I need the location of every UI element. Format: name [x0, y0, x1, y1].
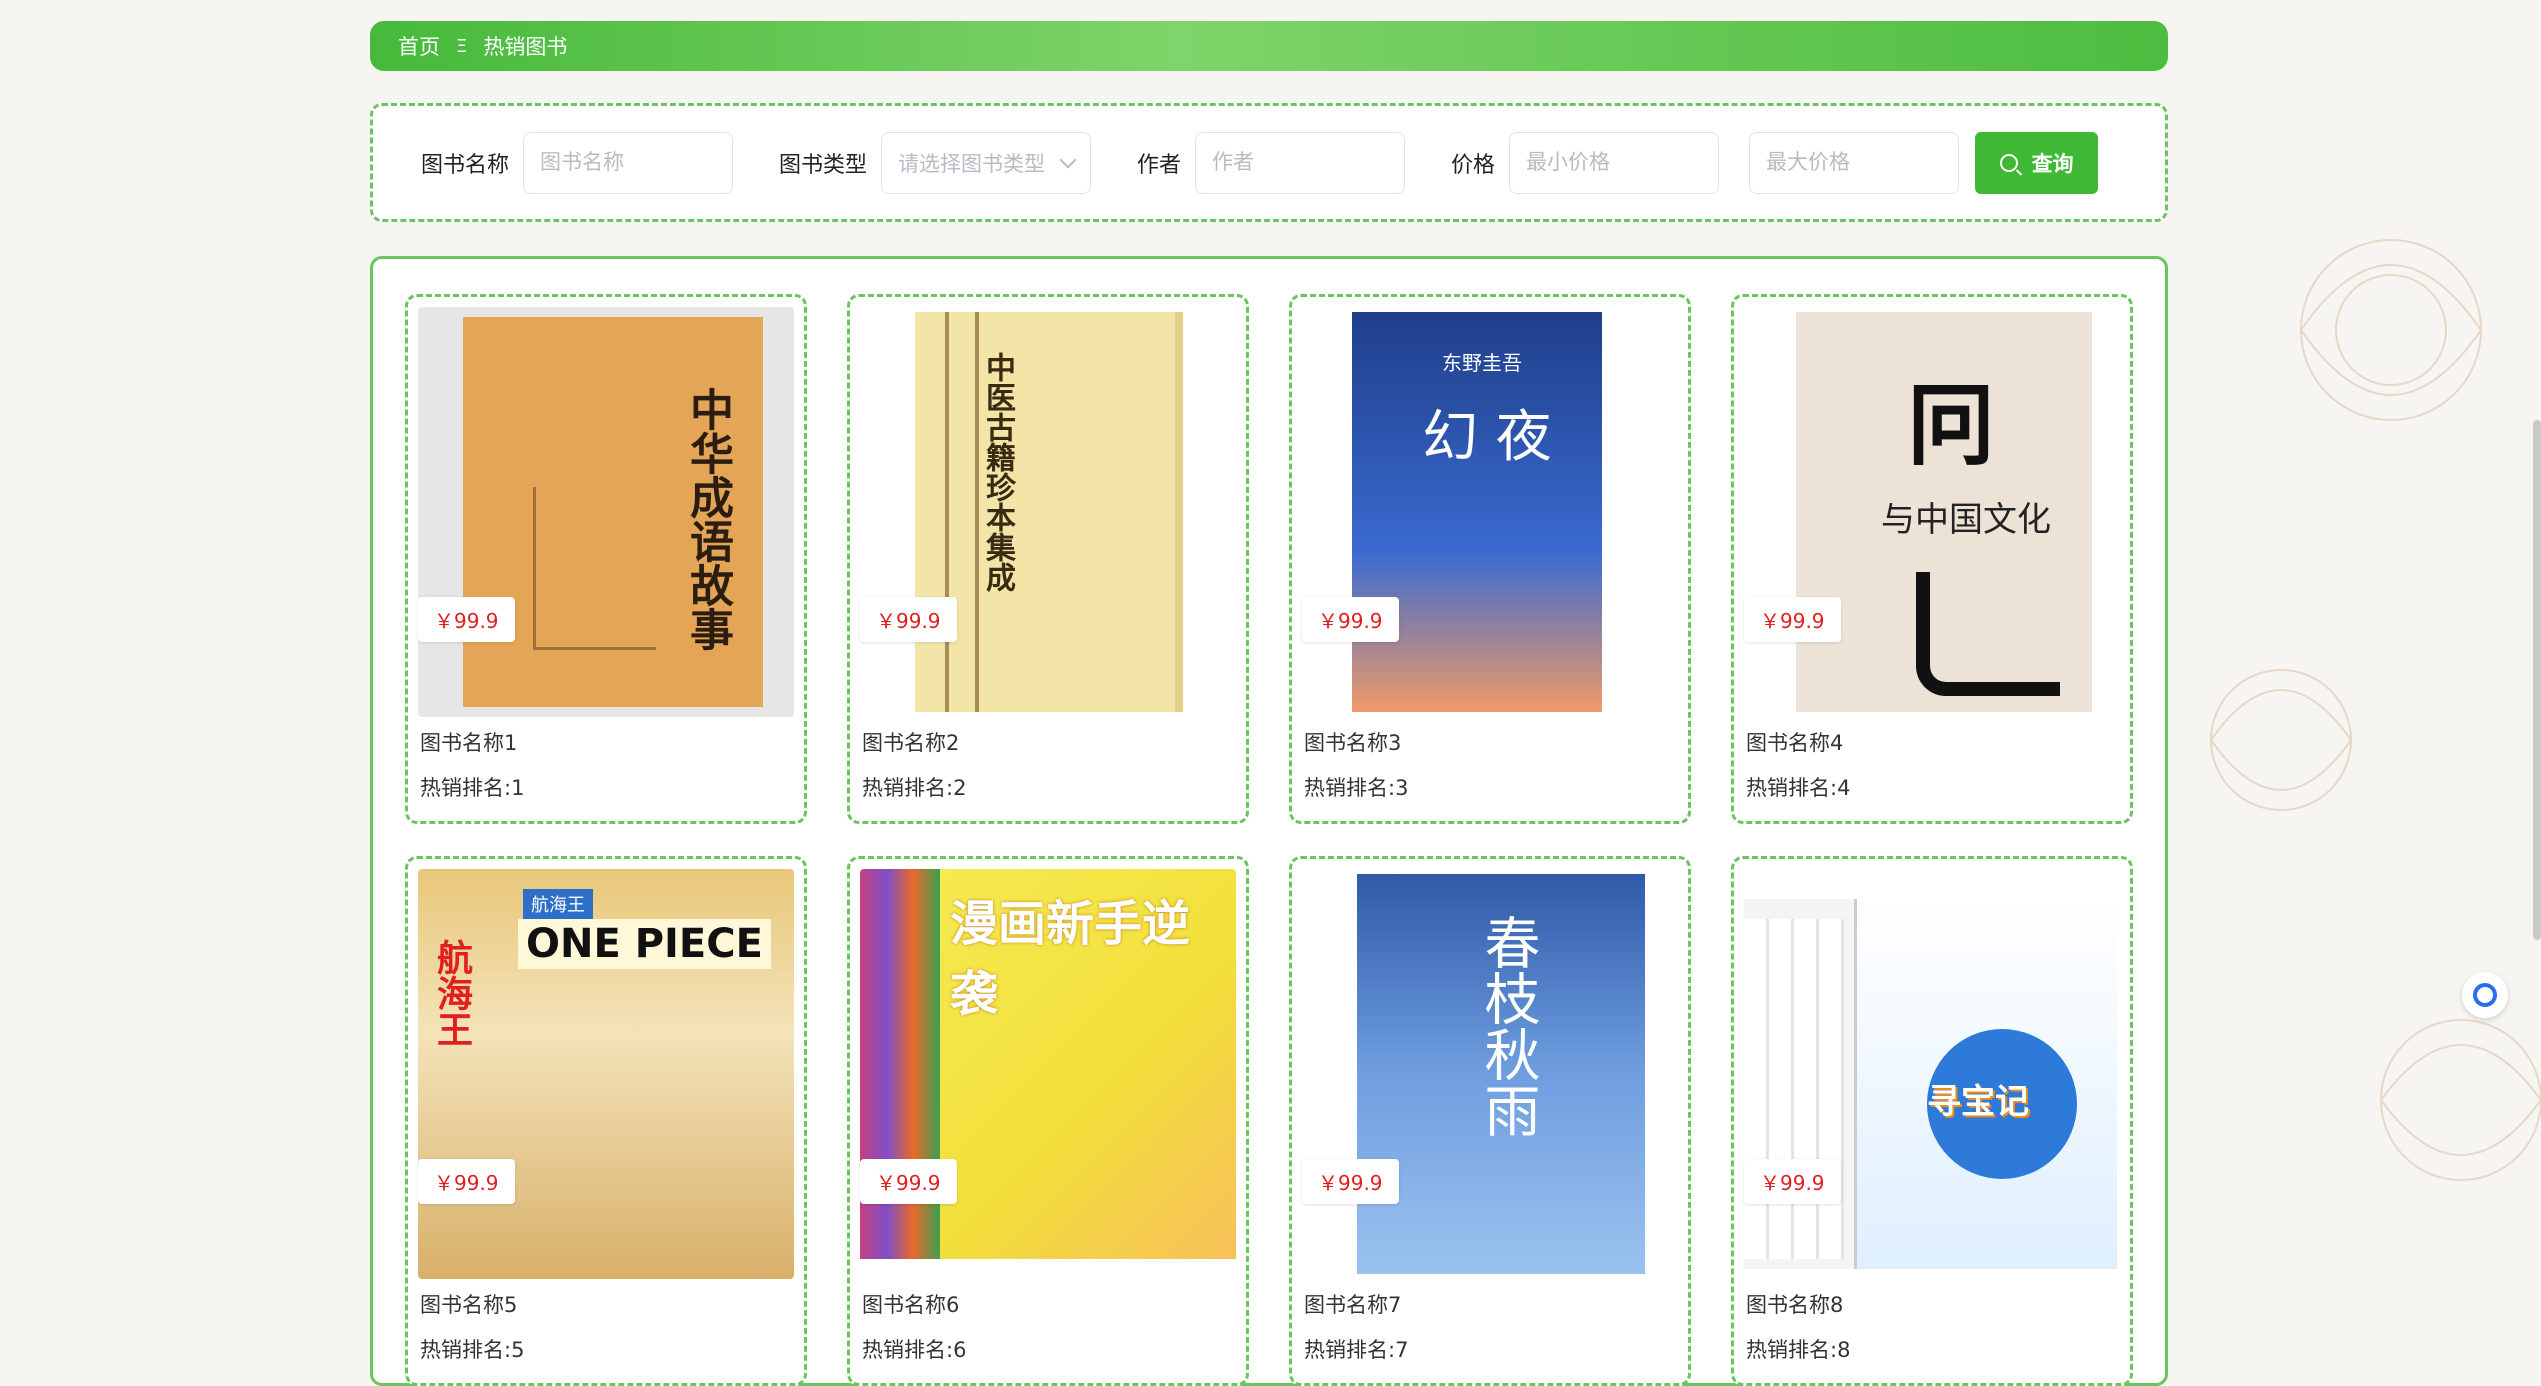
breadcrumb-separator-icon: Ξ [456, 35, 468, 57]
price-label: 价格 [1451, 152, 1496, 178]
price-tag: ￥99.9 [418, 597, 515, 642]
author-input[interactable] [1195, 131, 1406, 194]
cover-title: 寻宝记 [1927, 1082, 2029, 1122]
price-tag: ￥99.9 [418, 1159, 515, 1204]
author-label: 作者 [1137, 152, 1182, 178]
book-rank: 热销排名:7 [1304, 1338, 1409, 1362]
price-tag: ￥99.9 [860, 1159, 957, 1204]
book-card[interactable]: 东野圭吾 幻 夜 ￥99.9 图书名称3 热销排名:3 [1289, 294, 1691, 824]
book-rank: 热销排名:1 [420, 776, 525, 800]
cover-title: 春枝秋雨 [1475, 914, 1540, 1138]
book-cover-image[interactable]: 东野圭吾 幻 夜 [1302, 307, 1678, 717]
book-card[interactable]: 寻宝记 ￥99.9 图书名称8 热销排名:8 [1731, 856, 2133, 1386]
book-cover-image[interactable]: 中医古籍珍本集成 [860, 307, 1236, 717]
cover-title: 幻 夜 [1422, 405, 1552, 470]
book-cover-image[interactable]: 中华成语故事 [418, 307, 794, 717]
book-name[interactable]: 图书名称8 [1746, 1289, 1843, 1319]
book-rank: 热销排名:8 [1746, 1338, 1851, 1362]
book-name[interactable]: 图书名称5 [420, 1289, 517, 1319]
book-cover-image[interactable]: 春枝秋雨 [1302, 869, 1678, 1279]
book-rank: 热销排名:3 [1304, 776, 1409, 800]
book-name[interactable]: 图书名称3 [1304, 727, 1401, 757]
search-icon [1999, 153, 2018, 172]
book-name[interactable]: 图书名称4 [1746, 727, 1843, 757]
breadcrumb: 首页 Ξ 热销图书 [370, 21, 2168, 71]
book-list-panel: 中华成语故事 ￥99.9 图书名称1 热销排名:1 中医古籍珍本集成 ￥99.9… [370, 256, 2168, 1386]
price-tag: ￥99.9 [1302, 597, 1399, 642]
floating-assistant-button[interactable] [2462, 972, 2508, 1018]
book-card[interactable]: 航海王 ONE PIECE 航海王 ￥99.9 图书名称5 热销排名:5 [405, 856, 807, 1386]
book-rank: 热销排名:2 [862, 776, 967, 800]
cover-subtitle: 航海王 [523, 889, 593, 919]
price-tag: ￥99.9 [860, 597, 957, 642]
assistant-icon [2473, 983, 2497, 1007]
book-name-label: 图书名称 [421, 152, 510, 178]
book-cover-image[interactable]: 漫画新手逆袭 [860, 869, 1236, 1279]
book-cover-image[interactable]: 寻宝记 [1744, 869, 2120, 1279]
breadcrumb-home[interactable]: 首页 [398, 31, 440, 61]
book-type-select[interactable]: 请选择图书类型 [881, 131, 1092, 194]
price-tag: ￥99.9 [1302, 1159, 1399, 1204]
book-card[interactable]: 漫画新手逆袭 ￥99.9 图书名称6 热销排名:6 [847, 856, 1249, 1386]
price-tag: ￥99.9 [1744, 1159, 1841, 1204]
book-name-input[interactable] [523, 131, 734, 194]
book-name[interactable]: 图书名称2 [862, 727, 959, 757]
book-card[interactable]: 冋 与中国文化 ￥99.9 图书名称4 热销排名:4 [1731, 294, 2133, 824]
search-panel: 图书名称 图书类型 请选择图书类型 作者 价格 查询 [370, 103, 2168, 222]
book-cover-image[interactable]: 航海王 ONE PIECE 航海王 [418, 869, 794, 1279]
book-rank: 热销排名:5 [420, 1338, 525, 1362]
scrollbar[interactable] [2533, 420, 2541, 940]
book-rank: 热销排名:4 [1746, 776, 1851, 800]
cover-title: 中医古籍珍本集成 [980, 352, 1015, 592]
chevron-down-icon [1059, 151, 1077, 168]
cover-title: 漫画新手逆袭 [950, 896, 1191, 1022]
book-card[interactable]: 中华成语故事 ￥99.9 图书名称1 热销排名:1 [405, 294, 807, 824]
breadcrumb-current: 热销图书 [483, 35, 568, 59]
book-cover-image[interactable]: 冋 与中国文化 [1744, 307, 2120, 717]
book-name[interactable]: 图书名称7 [1304, 1289, 1401, 1319]
cover-title: 与中国文化 [1881, 500, 2051, 540]
cover-title: ONE PIECE [518, 919, 771, 969]
book-name[interactable]: 图书名称1 [420, 727, 517, 757]
book-card[interactable]: 中医古籍珍本集成 ￥99.9 图书名称2 热销排名:2 [847, 294, 1249, 824]
query-button-label: 查询 [2031, 152, 2074, 176]
query-button[interactable]: 查询 [1975, 131, 2099, 194]
max-price-input[interactable] [1749, 131, 1960, 194]
floral-background-decoration [2209, 239, 2541, 1181]
book-card[interactable]: 春枝秋雨 ￥99.9 图书名称7 热销排名:7 [1289, 856, 1691, 1386]
book-type-placeholder: 请选择图书类型 [898, 151, 1046, 176]
book-name[interactable]: 图书名称6 [862, 1289, 959, 1319]
cover-title: 中华成语故事 [682, 387, 733, 651]
min-price-input[interactable] [1509, 131, 1720, 194]
price-tag: ￥99.9 [1744, 597, 1841, 642]
cover-author: 东野圭吾 [1442, 351, 1522, 375]
book-type-label: 图书类型 [779, 152, 868, 178]
book-rank: 热销排名:6 [862, 1338, 967, 1362]
